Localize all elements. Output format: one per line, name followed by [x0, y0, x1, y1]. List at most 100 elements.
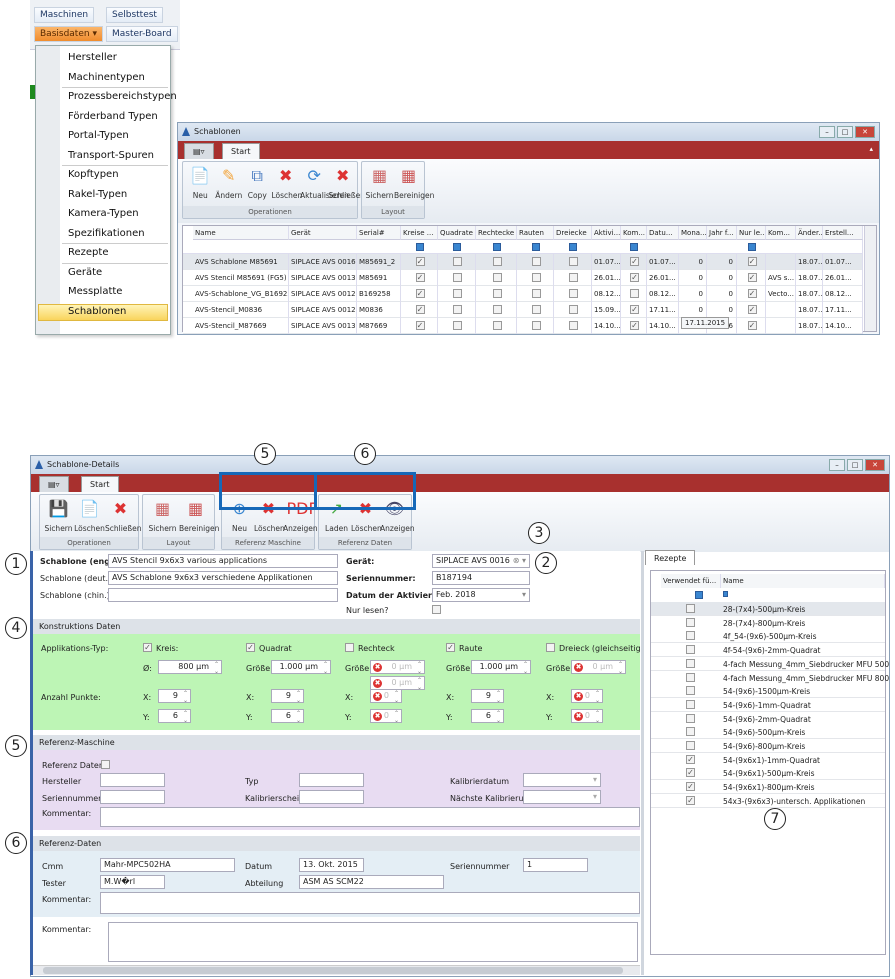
datum-select[interactable]: Feb. 2018 ▾ — [432, 588, 530, 602]
bereinigen-button[interactable]: ▦ Bereinigen — [179, 498, 219, 533]
row-checkbox[interactable] — [453, 305, 462, 314]
recipe-row[interactable]: 28-(7x4)-500µm-Kreis — [651, 602, 885, 616]
collapse-ribbon-icon[interactable]: ▴ — [869, 145, 873, 153]
row-checkbox[interactable] — [569, 321, 578, 330]
row-checkbox[interactable] — [492, 273, 502, 282]
rechteck-size-spinner[interactable]: ✖ 0 µm — [370, 660, 425, 675]
recipe-used-checkbox[interactable] — [686, 645, 695, 655]
recipe-used-checkbox[interactable] — [686, 713, 695, 723]
raute-y-spinner[interactable]: 6 — [471, 709, 504, 724]
close-button[interactable]: ✕ — [865, 459, 885, 471]
recipe-row[interactable]: 4f-54-(9x6)-2mm-Quadrat — [651, 643, 885, 658]
menu-item-9[interactable]: Spezifikationen — [68, 228, 145, 239]
refdat-kommentar-input[interactable] — [100, 892, 640, 914]
typ-input[interactable] — [299, 773, 364, 787]
filter-checkbox[interactable] — [747, 243, 756, 251]
tab-start[interactable]: Start — [222, 143, 260, 159]
rechteck-size2-spinner[interactable]: ✖ 0 µm — [370, 676, 425, 691]
minimize-button[interactable]: – — [829, 459, 845, 471]
refdaten-checkbox[interactable] — [101, 760, 110, 769]
basisdaten-dropdown[interactable]: Basisdaten ▾ — [34, 26, 103, 42]
menu-item-3[interactable]: Förderband Typen — [68, 111, 158, 122]
recipe-used-checkbox[interactable]: ✓ — [686, 754, 695, 764]
quadrat-size-spinner[interactable]: 1.000 µm — [271, 660, 331, 675]
filter-checkbox[interactable] — [695, 591, 703, 599]
geraet-select[interactable]: SIPLACE AVS 0016 ⊗ ▾ — [432, 554, 530, 568]
column-header-name[interactable]: Name — [721, 574, 885, 588]
column-header-12[interactable]: Jahr f... — [707, 226, 737, 240]
recipe-used-checkbox[interactable] — [686, 672, 695, 682]
row-checkbox[interactable] — [492, 257, 502, 266]
row-checkbox[interactable]: ✓ — [630, 305, 639, 314]
column-header-2[interactable]: Serial# — [357, 226, 401, 240]
filter-checkbox[interactable] — [415, 243, 424, 251]
column-header-16[interactable]: Erstell... — [823, 226, 863, 240]
rechteck-checkbox[interactable] — [345, 643, 354, 652]
recipe-row[interactable]: ✓ 54-(9x6x1)-500µm-Kreis — [651, 766, 885, 781]
filter-checkbox[interactable] — [569, 243, 577, 251]
recipe-row[interactable]: 4f_54-(9x6)-500µm-Kreis — [651, 629, 885, 644]
kommentar-input[interactable] — [108, 922, 638, 962]
recipe-row[interactable]: ✓ 54x3-(9x6x3)-untersch. Applikationen — [651, 793, 885, 808]
engl-name-input[interactable]: AVS Stencil 9x6x3 various applications — [108, 554, 338, 568]
kreis-y-spinner[interactable]: 6 — [158, 709, 191, 724]
löschen-button[interactable]: 📄 Löschen — [74, 498, 105, 533]
row-checkbox[interactable] — [531, 273, 541, 282]
recipe-used-checkbox[interactable] — [686, 604, 695, 613]
table-row[interactable]: AVS Schablone M85691 SIPLACE AVS 0016 M856… — [183, 254, 863, 270]
ändern-button[interactable]: ✎ Ändern — [215, 165, 244, 200]
dreieck-checkbox[interactable] — [546, 643, 555, 652]
row-checkbox[interactable]: ✓ — [415, 257, 425, 266]
quadrat-x-spinner[interactable]: 9 — [271, 689, 304, 704]
chin-name-input[interactable] — [108, 588, 338, 602]
column-header-14[interactable]: Kom... — [766, 226, 796, 240]
splitter[interactable] — [641, 551, 644, 975]
menu-item-0[interactable]: Hersteller — [68, 52, 117, 63]
recipe-used-checkbox[interactable]: ✓ — [686, 768, 695, 778]
hersteller-input[interactable] — [100, 773, 165, 787]
row-checkbox[interactable] — [531, 321, 541, 330]
dreieck-x-spinner[interactable]: ✖ 0 — [571, 689, 603, 704]
neu-button[interactable]: 📄 Neu — [186, 165, 215, 200]
column-header-11[interactable]: Mona... — [679, 226, 707, 240]
recipe-row[interactable]: 4-fach Messung_4mm_Siebdrucker MFU 800 — [651, 670, 889, 685]
row-checkbox[interactable] — [531, 289, 541, 298]
deut-name-input[interactable]: AVS Schablone 9x6x3 verschiedene Applika… — [108, 571, 338, 585]
column-header-verwendet[interactable]: Verwendet fü... — [661, 574, 721, 588]
column-header-5[interactable]: Rechtecke — [476, 226, 517, 240]
minimize-button[interactable]: – — [819, 126, 835, 138]
row-checkbox[interactable] — [531, 257, 541, 266]
row-checkbox[interactable]: ✓ — [630, 321, 639, 330]
löschen-button[interactable]: ✖ Löschen — [272, 165, 303, 200]
raute-x-spinner[interactable]: 9 — [471, 689, 504, 704]
menu-item-7[interactable]: Rakel-Typen — [68, 189, 127, 200]
filter-checkbox[interactable] — [531, 243, 540, 251]
rechteck-y-spinner[interactable]: ✖ 0 — [370, 709, 402, 724]
vertical-scrollbar[interactable] — [864, 226, 876, 331]
filter-checkbox[interactable] — [453, 243, 461, 251]
schließen-button[interactable]: ✖ Schließen — [105, 498, 142, 533]
row-checkbox[interactable] — [569, 257, 578, 266]
recipe-used-checkbox[interactable] — [686, 699, 695, 709]
column-header-1[interactable]: Gerät — [289, 226, 357, 240]
recipe-row[interactable]: 54-(9x6)-1500µm-Kreis — [651, 684, 885, 699]
master-board-button[interactable]: Master-Board — [106, 26, 178, 42]
kalibschein-input[interactable] — [299, 790, 364, 804]
row-checkbox[interactable] — [630, 289, 639, 298]
column-header-0[interactable]: Name — [193, 226, 289, 240]
row-checkbox[interactable]: ✓ — [747, 321, 757, 330]
naechste-select[interactable]: ▾ — [523, 790, 601, 804]
menu-item-11[interactable]: Geräte — [68, 267, 102, 278]
filter-name-icon[interactable] — [723, 591, 728, 597]
copy-button[interactable]: ⧉ Copy — [243, 165, 272, 200]
tester-input[interactable]: M.W�rl — [100, 875, 165, 889]
horizontal-scrollbar[interactable] — [33, 965, 640, 975]
seriennr-input[interactable] — [100, 790, 165, 804]
tab-rezepte[interactable]: Rezepte — [645, 550, 696, 565]
recipe-used-checkbox[interactable] — [686, 741, 695, 750]
sichern-button[interactable]: ▦ Sichern — [365, 165, 394, 200]
column-header-13[interactable]: Nur le... — [737, 226, 766, 240]
quadrat-checkbox[interactable]: ✓ — [246, 643, 255, 652]
row-checkbox[interactable]: ✓ — [415, 289, 425, 298]
recipe-used-checkbox[interactable] — [686, 658, 695, 668]
